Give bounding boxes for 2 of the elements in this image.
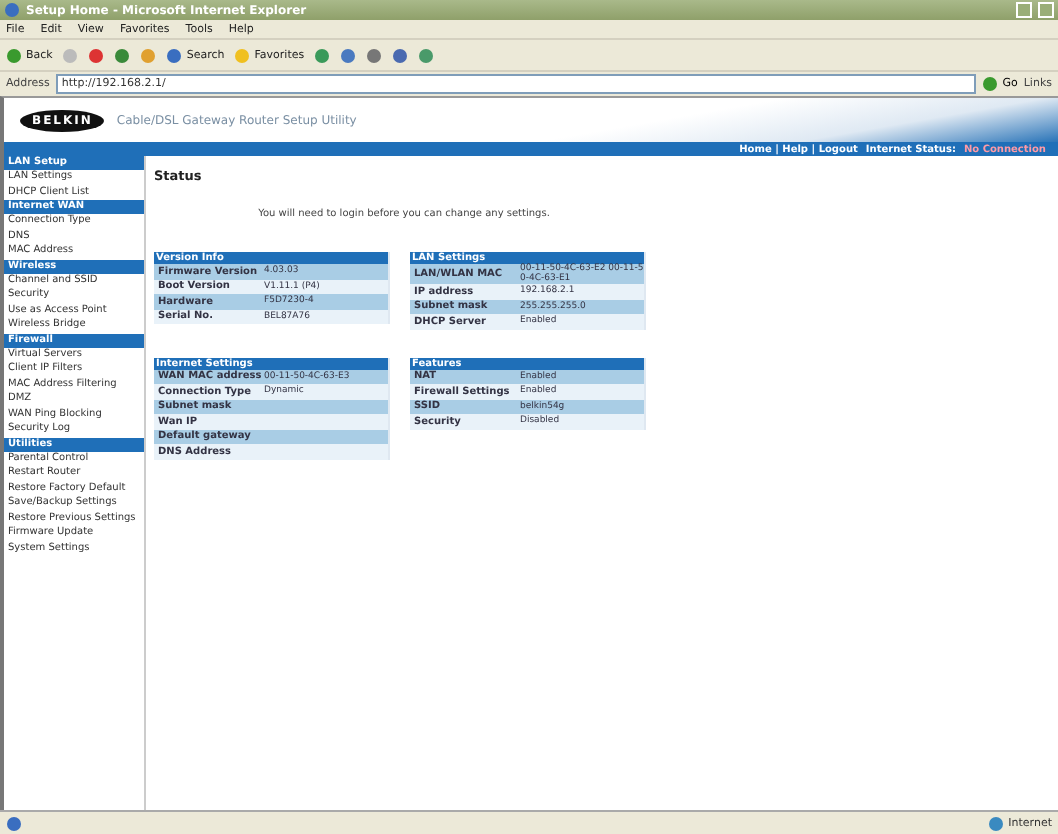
minimize-button[interactable] <box>1016 2 1032 18</box>
maximize-button[interactable] <box>1038 2 1054 18</box>
